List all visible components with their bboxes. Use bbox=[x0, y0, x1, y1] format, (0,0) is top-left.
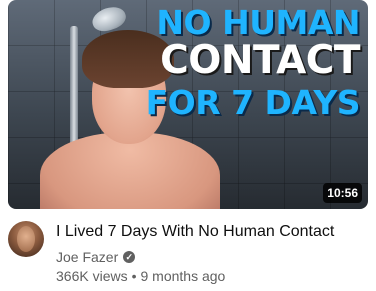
check-circle-icon: ✓ bbox=[123, 251, 136, 263]
avatar-face bbox=[17, 226, 35, 252]
duration-badge: 10:56 bbox=[323, 183, 362, 203]
upload-age: 9 months ago bbox=[140, 268, 226, 284]
thumbnail-line-2: CONTACT bbox=[160, 38, 360, 83]
channel-name[interactable]: Joe Fazer bbox=[56, 249, 118, 265]
video-title[interactable]: I Lived 7 Days With No Human Contact bbox=[56, 223, 368, 241]
video-thumbnail[interactable]: NO HUMAN CONTACT FOR 7 DAYS 10:56 bbox=[8, 0, 368, 209]
video-metadata: 366K views • 9 months ago bbox=[56, 268, 225, 284]
meta-separator: • bbox=[131, 268, 137, 284]
thumbnail-title-text: NO HUMAN CONTACT FOR 7 DAYS bbox=[128, 3, 361, 122]
thumbnail-line-3: FOR 7 DAYS bbox=[145, 83, 361, 122]
channel-row: Joe Fazer ✓ bbox=[56, 249, 136, 265]
view-count: 366K views bbox=[56, 268, 128, 284]
channel-avatar[interactable] bbox=[8, 221, 44, 257]
thumbnail-line-1: NO HUMAN bbox=[156, 3, 360, 42]
